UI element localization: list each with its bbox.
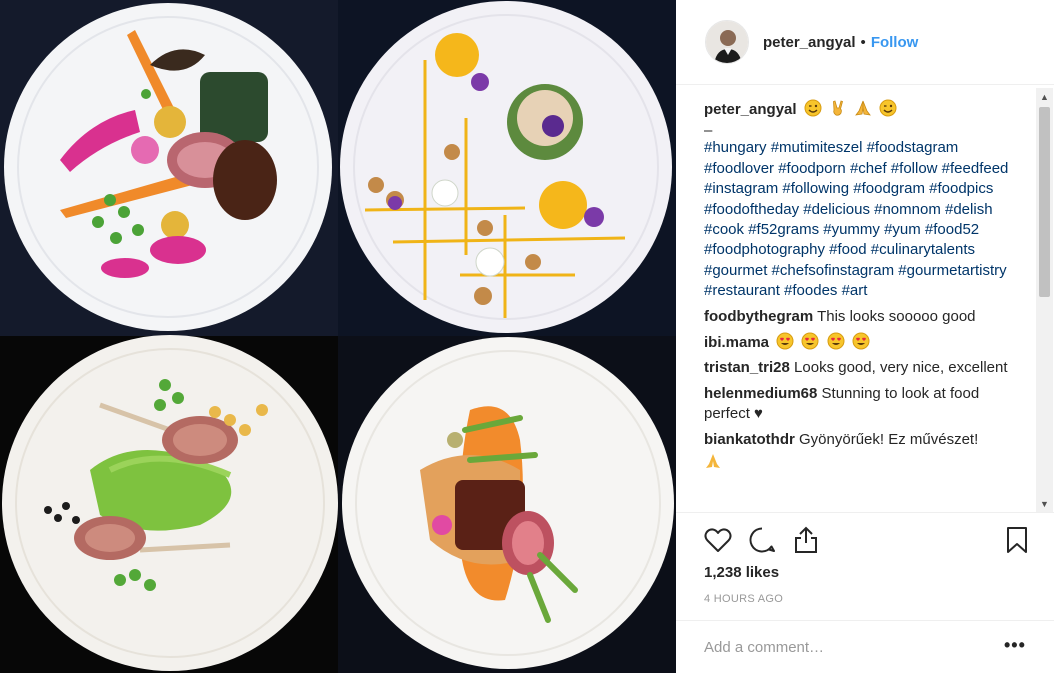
heart-eyes-icon (827, 332, 845, 350)
comment-username[interactable]: biankatothdr (704, 431, 795, 448)
comment-item: ibi.mama (704, 332, 1020, 353)
caption-username[interactable]: peter_angyal (704, 101, 797, 118)
victory-hand-icon (829, 99, 847, 117)
likes-count[interactable]: 1,238 likes (704, 564, 779, 581)
instagram-post: peter_angyal • Follow peter_angyal – #hu… (0, 0, 1054, 673)
comment-text: Looks good, very nice, excellent (794, 359, 1008, 377)
scrollbar-thumb[interactable] (1039, 107, 1050, 297)
heart-eyes-icon (852, 332, 870, 350)
post-header: peter_angyal • Follow (676, 0, 1054, 85)
follow-button[interactable]: Follow (871, 34, 919, 51)
add-comment-input[interactable] (704, 634, 984, 660)
comment-bubble-icon[interactable] (747, 525, 777, 555)
add-comment-bar: ••• (676, 620, 1054, 673)
heart-eyes-icon (776, 332, 794, 350)
winking-face-icon (879, 99, 897, 117)
more-options-button[interactable]: ••• (1004, 635, 1026, 656)
post-side-panel: peter_angyal • Follow peter_angyal – #hu… (676, 0, 1054, 673)
comments-list[interactable]: peter_angyal – #hungary #mutimiteszel #f… (704, 96, 1020, 512)
comment-text: This looks sooooo good (817, 307, 976, 325)
post-photo[interactable] (0, 0, 676, 673)
heart-icon[interactable] (703, 525, 733, 555)
heart-eyes-icon (801, 332, 819, 350)
caption-hashtags[interactable]: #hungary #mutimiteszel #foodstagram #foo… (704, 138, 1020, 301)
comment-username[interactable]: ibi.mama (704, 334, 769, 351)
comment-username[interactable]: helenmedium68 (704, 385, 817, 402)
scroll-up-arrow-icon[interactable]: ▲ (1036, 88, 1053, 105)
post-timestamp[interactable]: 4 HOURS AGO (704, 593, 783, 605)
comment-username[interactable]: tristan_tri28 (704, 359, 790, 376)
comment-item: helenmedium68 Stunning to look at food p… (704, 384, 1020, 425)
scroll-down-arrow-icon[interactable]: ▼ (1036, 495, 1053, 512)
share-icon[interactable] (791, 525, 821, 555)
chef-portrait-avatar-icon[interactable] (705, 20, 749, 64)
comment-text: Gyönyörűek! Ez művészet! (799, 430, 979, 448)
bookmark-icon[interactable] (1002, 525, 1032, 555)
comments-scrollbar[interactable]: ▲ ▼ (1036, 88, 1053, 512)
post-username[interactable]: peter_angyal (763, 34, 856, 51)
comment-overflow (704, 452, 1020, 469)
folded-hands-icon (704, 452, 722, 470)
caption-dash: – (704, 122, 713, 140)
comment-item: tristan_tri28 Looks good, very nice, exc… (704, 358, 1020, 378)
separator-dot: • (860, 33, 866, 51)
comment-item: biankatothdr Gyönyörűek! Ez művészet! (704, 430, 1020, 450)
food-plates-image (0, 0, 676, 673)
caption: peter_angyal (704, 96, 1020, 120)
comment-item: foodbythegram This looks sooooo good (704, 307, 1020, 327)
winking-face-icon (804, 99, 822, 117)
folded-hands-icon (854, 99, 872, 117)
comment-username[interactable]: foodbythegram (704, 308, 813, 325)
